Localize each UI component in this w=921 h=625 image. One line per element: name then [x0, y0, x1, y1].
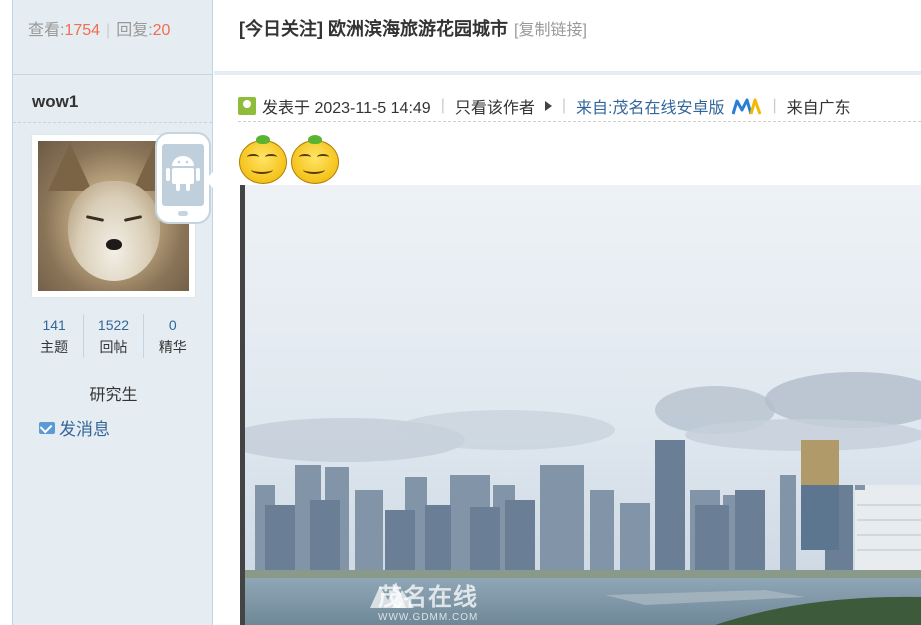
- thread-header: [今日关注] 欧洲滨海旅游花园城市 [复制链接]: [214, 0, 921, 75]
- thread-stats: 查看:1754 | 回复:20: [13, 0, 212, 75]
- speech-pointer: [205, 172, 213, 188]
- send-message-label: 发消息: [59, 420, 110, 439]
- meta-divider: |: [772, 96, 777, 114]
- user-rank: 研究生: [89, 387, 138, 404]
- envelope-icon: [39, 421, 55, 434]
- post-time: 发表于 2023-11-5 14:49: [262, 99, 431, 117]
- site-watermark: 茂名在线 WWW.GDMM.COM: [378, 577, 478, 623]
- from-region: 来自广东: [786, 99, 851, 117]
- stat-value: 141: [42, 317, 66, 333]
- thread-title: [今日关注] 欧洲滨海旅游花园城市: [239, 19, 508, 39]
- only-author-link[interactable]: 只看该作者: [455, 94, 535, 118]
- replies-label: 回复:: [116, 22, 153, 39]
- smirk-emoji-icon: [238, 135, 288, 185]
- stats-divider: |: [106, 22, 111, 39]
- watermark-name: 茂名在线: [378, 584, 478, 611]
- views-count: 1754: [64, 22, 101, 39]
- author-name[interactable]: wow1: [32, 92, 78, 112]
- smirk-emoji-icon: [290, 135, 340, 185]
- stat-digest[interactable]: 0 精华: [144, 314, 202, 358]
- stat-value: 1522: [97, 317, 130, 333]
- stat-replies[interactable]: 1522 回帖: [84, 314, 144, 358]
- stat-label: 精华: [158, 339, 187, 355]
- stat-value: 0: [168, 317, 177, 333]
- stat-label: 主题: [40, 339, 69, 355]
- online-user-icon: [238, 96, 256, 115]
- post-meta: 发表于 2023-11-5 14:49 | 只看该作者 | 来自:茂名在线安卓版…: [238, 90, 921, 122]
- app-logo-icon: [732, 97, 762, 115]
- emoji-row: [238, 135, 340, 185]
- divider: [13, 122, 212, 123]
- post-photo[interactable]: 茂名在线 WWW.GDMM.COM: [240, 185, 921, 625]
- views-label: 查看:: [28, 22, 65, 39]
- stat-threads[interactable]: 141 主题: [25, 314, 85, 358]
- android-device-icon: [155, 132, 211, 224]
- watermark-url: WWW.GDMM.COM: [378, 612, 479, 623]
- replies-count: 20: [152, 22, 171, 39]
- meta-divider: |: [440, 96, 445, 114]
- stat-label: 回帖: [99, 339, 128, 355]
- play-arrow-icon: [544, 100, 552, 111]
- from-app-link[interactable]: 来自:茂名在线安卓版: [576, 94, 724, 118]
- send-message-link[interactable]: 发消息: [39, 415, 110, 440]
- meta-divider: |: [561, 96, 567, 114]
- author-sidebar: 查看:1754 | 回复:20 wow1 141 主题 1522 回帖 0 精华…: [12, 0, 213, 625]
- copy-link-button[interactable]: [复制链接]: [514, 22, 587, 39]
- author-stats: 141 主题 1522 回帖 0 精华: [25, 314, 202, 358]
